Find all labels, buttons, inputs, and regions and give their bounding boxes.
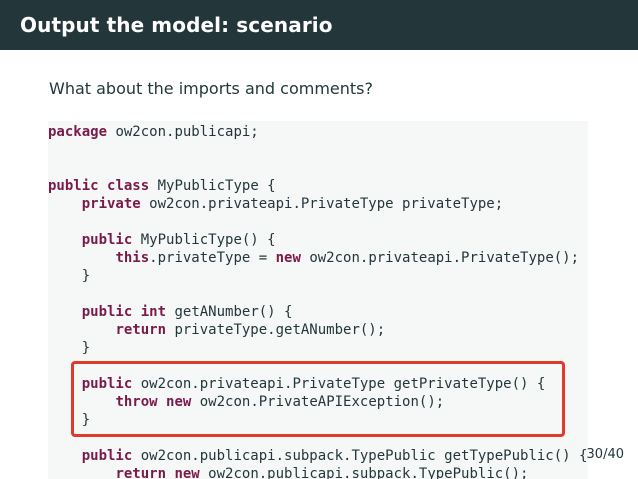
code-keyword: public: [81, 232, 133, 248]
code-line: return privateType.getANumber();: [48, 321, 587, 339]
code-keyword: new: [174, 466, 200, 479]
page-number: 30/40: [586, 447, 624, 462]
code-token: ow2con.publicapi.subpack.TypePublic getT…: [132, 448, 588, 464]
code-token: }: [48, 340, 91, 356]
code-token: ow2con.privateapi.PrivateType privateTyp…: [140, 196, 504, 212]
code-keyword: class: [107, 178, 150, 194]
code-token: privateType.getANumber();: [166, 322, 386, 338]
code-line: public MyPublicType() {: [48, 231, 587, 249]
code-line: }: [48, 267, 587, 285]
code-line: return new ow2con.publicapi.subpack.Type…: [48, 465, 587, 479]
slide-title: Output the model: scenario: [20, 13, 333, 37]
slide-title-bar: Output the model: scenario: [0, 0, 638, 50]
code-keyword: package: [48, 124, 108, 140]
code-token: ow2con.privateapi.PrivateType();: [300, 250, 580, 266]
code-line: public int getANumber() {: [48, 303, 587, 321]
code-line: this.privateType = new ow2con.privateapi…: [48, 249, 587, 267]
code-token: }: [48, 268, 91, 284]
code-token: getANumber() {: [166, 304, 293, 320]
code-keyword: return: [115, 322, 167, 338]
code-keyword: this: [115, 250, 150, 266]
code-line: public class MyPublicType {: [48, 177, 587, 195]
code-line: public ow2con.publicapi.subpack.TypePubl…: [48, 447, 588, 465]
code-keyword: public: [48, 178, 99, 194]
code-keyword: int: [140, 304, 167, 320]
code-keyword: public: [81, 448, 133, 464]
highlight-box: [71, 361, 565, 437]
code-token: ow2con.publicapi.subpack.TypePublic();: [199, 466, 529, 479]
code-line: package ow2con.publicapi;: [48, 123, 587, 141]
code-line: private ow2con.privateapi.PrivateType pr…: [48, 195, 587, 213]
code-token: MyPublicType() {: [132, 232, 276, 248]
code-keyword: new: [275, 250, 301, 266]
code-keyword: private: [81, 196, 141, 212]
slide-subtitle: What about the imports and comments?: [49, 79, 373, 98]
code-line: }: [48, 339, 587, 357]
code-token: .privateType =: [149, 250, 276, 266]
code-keyword: return: [115, 466, 167, 479]
code-keyword: public: [81, 304, 133, 320]
code-token: ow2con.publicapi;: [107, 124, 259, 140]
code-token: MyPublicType {: [149, 178, 276, 194]
